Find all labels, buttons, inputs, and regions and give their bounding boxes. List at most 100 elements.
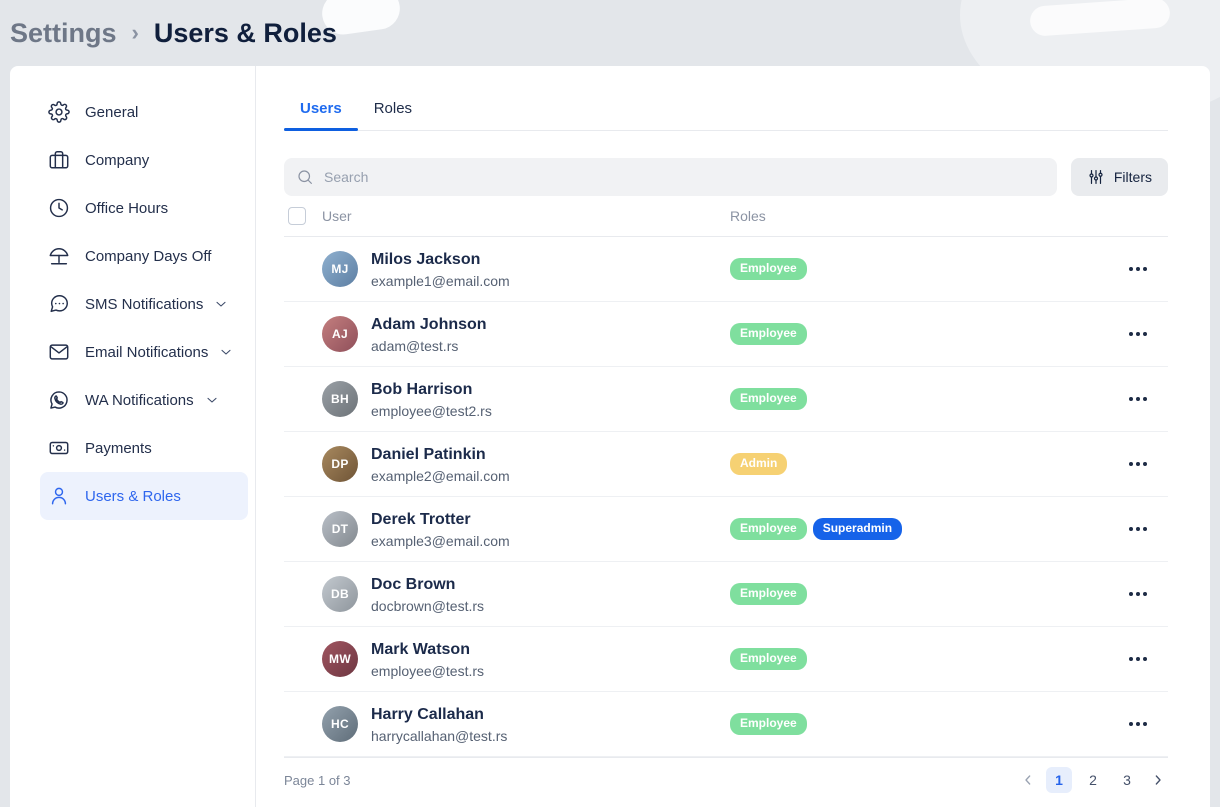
breadcrumb: Settings › Users & Roles xyxy=(0,0,1220,56)
sidebar-item-company-days-off[interactable]: Company Days Off xyxy=(40,232,248,280)
search-icon xyxy=(296,168,314,186)
avatar: HC xyxy=(322,706,358,742)
chevron-left-icon xyxy=(1020,772,1036,788)
user-roles: Employee Superadmin xyxy=(730,518,1108,539)
filters-button[interactable]: Filters xyxy=(1071,158,1168,196)
table-row: DB Doc Brown docbrown@test.rs Employee xyxy=(284,562,1168,627)
role-badge-admin: Admin xyxy=(730,453,787,474)
beach-umbrella-icon xyxy=(48,245,70,267)
row-actions-button[interactable] xyxy=(1123,521,1153,537)
avatar: BH xyxy=(322,381,358,417)
user-name: Harry Callahan xyxy=(371,705,507,725)
role-badge-employee: Employee xyxy=(730,713,807,734)
row-actions-button[interactable] xyxy=(1123,261,1153,277)
table-row: MW Mark Watson employee@test.rs Employee xyxy=(284,627,1168,692)
user-roles: Employee xyxy=(730,323,1108,344)
row-actions-button[interactable] xyxy=(1123,716,1153,732)
avatar: MJ xyxy=(322,251,358,287)
user-roles: Admin xyxy=(730,453,1108,474)
page-title: Users & Roles xyxy=(154,18,337,49)
user-roles: Employee xyxy=(730,258,1108,279)
chevron-down-icon xyxy=(218,344,234,360)
user-name: Daniel Patinkin xyxy=(371,445,510,465)
search-input[interactable] xyxy=(324,169,1045,185)
breadcrumb-settings[interactable]: Settings xyxy=(10,18,117,49)
table-row: MJ Milos Jackson example1@email.com Empl… xyxy=(284,237,1168,302)
role-badge-employee: Employee xyxy=(730,323,807,344)
row-actions-button[interactable] xyxy=(1123,586,1153,602)
role-badge-employee: Employee xyxy=(730,648,807,669)
role-badge-superadmin: Superadmin xyxy=(813,518,902,539)
banknote-icon xyxy=(48,437,70,459)
sidebar-item-users-roles[interactable]: Users & Roles xyxy=(40,472,248,520)
user-roles: Employee xyxy=(730,648,1108,669)
sidebar-item-email-notifications[interactable]: Email Notifications xyxy=(40,328,248,376)
sidebar-item-wa-notifications[interactable]: WA Notifications xyxy=(40,376,248,424)
page-button-3[interactable]: 3 xyxy=(1114,767,1140,793)
table-row: HC Harry Callahan harrycallahan@test.rs … xyxy=(284,692,1168,757)
sidebar-item-office-hours[interactable]: Office Hours xyxy=(40,184,248,232)
role-badge-employee: Employee xyxy=(730,583,807,604)
column-header-roles: Roles xyxy=(730,208,1108,224)
table-row: AJ Adam Johnson adam@test.rs Employee xyxy=(284,302,1168,367)
table-row: DT Derek Trotter example3@email.com Empl… xyxy=(284,497,1168,562)
sidebar-item-general[interactable]: General xyxy=(40,88,248,136)
user-email: harrycallahan@test.rs xyxy=(371,728,507,744)
row-actions-button[interactable] xyxy=(1123,456,1153,472)
avatar: DT xyxy=(322,511,358,547)
row-actions-button[interactable] xyxy=(1123,391,1153,407)
page-summary: Page 1 of 3 xyxy=(284,773,351,788)
page-button-1[interactable]: 1 xyxy=(1046,767,1072,793)
breadcrumb-separator-icon: › xyxy=(132,20,139,46)
user-roles: Employee xyxy=(730,713,1108,734)
user-email: employee@test2.rs xyxy=(371,403,492,419)
previous-page-button[interactable] xyxy=(1018,767,1038,793)
sliders-icon xyxy=(1087,168,1105,186)
pagination: Page 1 of 3 123 xyxy=(284,757,1168,802)
tab-users[interactable]: Users xyxy=(284,90,358,130)
whatsapp-icon xyxy=(48,389,70,411)
sidebar-item-sms-notifications[interactable]: SMS Notifications xyxy=(40,280,248,328)
column-header-user: User xyxy=(322,208,352,224)
avatar: DB xyxy=(322,576,358,612)
table-row: DP Daniel Patinkin example2@email.com Ad… xyxy=(284,432,1168,497)
briefcase-icon xyxy=(48,149,70,171)
gear-icon xyxy=(48,101,70,123)
user-email: example3@email.com xyxy=(371,533,510,549)
user-email: docbrown@test.rs xyxy=(371,598,484,614)
pager: 123 xyxy=(1018,767,1168,793)
user-icon xyxy=(48,485,70,507)
avatar: MW xyxy=(322,641,358,677)
tab-roles[interactable]: Roles xyxy=(358,90,428,130)
sidebar-item-payments[interactable]: Payments xyxy=(40,424,248,472)
sidebar-item-company[interactable]: Company xyxy=(40,136,248,184)
user-name: Derek Trotter xyxy=(371,510,510,530)
user-email: employee@test.rs xyxy=(371,663,484,679)
clock-icon xyxy=(48,197,70,219)
user-email: adam@test.rs xyxy=(371,338,487,354)
user-name: Milos Jackson xyxy=(371,250,510,270)
role-badge-employee: Employee xyxy=(730,388,807,409)
envelope-icon xyxy=(48,341,70,363)
avatar: AJ xyxy=(322,316,358,352)
chevron-down-icon xyxy=(204,392,220,408)
tab-bar: UsersRoles xyxy=(284,90,1168,131)
table-header: User Roles xyxy=(284,196,1168,237)
main-content: UsersRoles Filters User Roles MJ Milos xyxy=(255,66,1210,807)
user-roles: Employee xyxy=(730,388,1108,409)
chevron-down-icon xyxy=(213,296,229,312)
avatar: DP xyxy=(322,446,358,482)
row-actions-button[interactable] xyxy=(1123,651,1153,667)
select-all-checkbox[interactable] xyxy=(288,207,306,225)
user-name: Doc Brown xyxy=(371,575,484,595)
next-page-button[interactable] xyxy=(1148,767,1168,793)
role-badge-employee: Employee xyxy=(730,518,807,539)
chevron-right-icon xyxy=(1150,772,1166,788)
settings-sidebar: General Company Office Hours Company Day… xyxy=(10,66,255,807)
settings-card: General Company Office Hours Company Day… xyxy=(10,66,1210,807)
row-actions-button[interactable] xyxy=(1123,326,1153,342)
role-badge-employee: Employee xyxy=(730,258,807,279)
page-button-2[interactable]: 2 xyxy=(1080,767,1106,793)
user-email: example2@email.com xyxy=(371,468,510,484)
table-row: BH Bob Harrison employee@test2.rs Employ… xyxy=(284,367,1168,432)
